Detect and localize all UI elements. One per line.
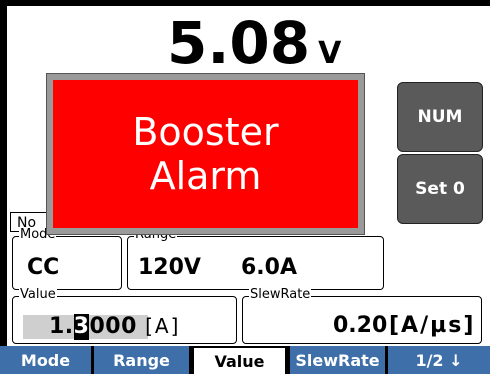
booster-alarm-box: Booster Alarm — [53, 80, 358, 228]
softkey-value[interactable]: Value — [192, 346, 287, 374]
softkey-bar: Mode Range Value SlewRate 1/2 ↓ — [0, 346, 490, 374]
alarm-line-1: Booster — [132, 110, 279, 154]
value-field[interactable]: Value 1.3000 [A] — [12, 287, 237, 344]
softkey-mode[interactable]: Mode — [0, 346, 91, 374]
range-current: 6.0A — [241, 255, 297, 280]
softkey-page[interactable]: 1/2 ↓ — [388, 346, 490, 374]
range-voltage: 120V — [138, 255, 201, 280]
slewrate-unit: [A/µs] — [389, 313, 476, 338]
mode-field[interactable]: Mode CC — [12, 227, 122, 290]
voltage-value: 5.08 — [167, 9, 311, 77]
main-panel: 5.08V NUM Set 0 No Mode CC Range 120V 6.… — [7, 6, 490, 346]
slewrate-legend: SlewRate — [249, 287, 312, 303]
value-suffix: 000 — [89, 314, 137, 339]
value-input[interactable]: 1.3000 [A] — [49, 313, 180, 340]
num-button[interactable]: NUM — [397, 82, 483, 152]
value-legend: Value — [19, 287, 57, 303]
slewrate-value: 0.20 — [333, 313, 388, 338]
alarm-line-2: Alarm — [149, 154, 262, 198]
softkey-slewrate[interactable]: SlewRate — [290, 346, 385, 374]
mode-value: CC — [27, 255, 60, 280]
voltage-unit: V — [318, 36, 342, 71]
slewrate-field[interactable]: SlewRate 0.20 [A/µs] — [242, 287, 482, 344]
device-screen: 5.08V NUM Set 0 No Mode CC Range 120V 6.… — [0, 0, 490, 374]
softkey-range[interactable]: Range — [94, 346, 189, 374]
value-cursor-digit: 3 — [73, 314, 90, 340]
range-field[interactable]: Range 120V 6.0A — [127, 227, 384, 290]
value-prefix: 1. — [49, 314, 74, 339]
value-unit: [A] — [145, 314, 181, 338]
alarm-dialog: Booster Alarm — [46, 73, 365, 235]
set-zero-button[interactable]: Set 0 — [397, 154, 483, 224]
